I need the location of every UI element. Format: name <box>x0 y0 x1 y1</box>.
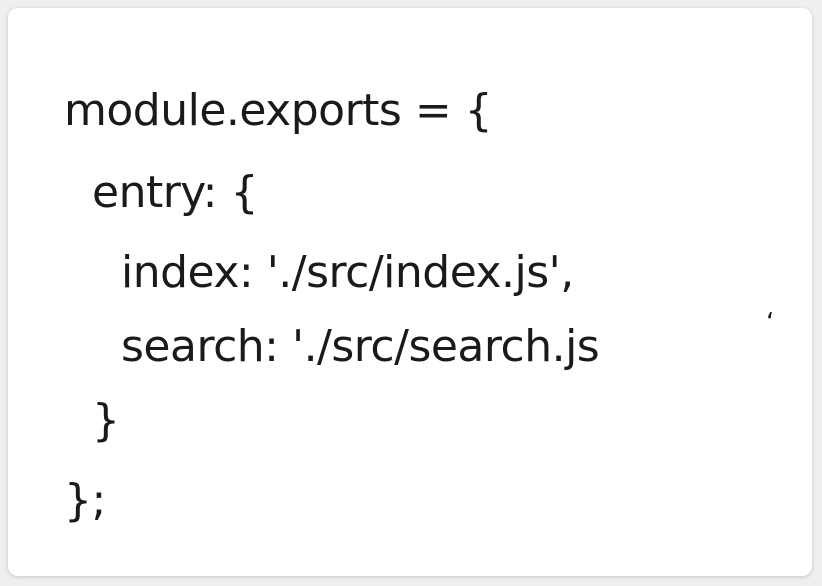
stray-quote-mark: ‘ <box>766 308 775 338</box>
code-line-module-exports: module.exports = { <box>64 85 493 136</box>
code-line-entry-close: } <box>92 395 120 446</box>
code-line-entry: entry: { <box>92 167 258 218</box>
code-slide-card: module.exports = { entry: { index: './sr… <box>8 8 812 576</box>
code-line-search: search: './src/search.js <box>121 321 600 372</box>
code-line-exports-close: }; <box>64 475 106 526</box>
code-line-index: index: './src/index.js', <box>121 247 574 298</box>
